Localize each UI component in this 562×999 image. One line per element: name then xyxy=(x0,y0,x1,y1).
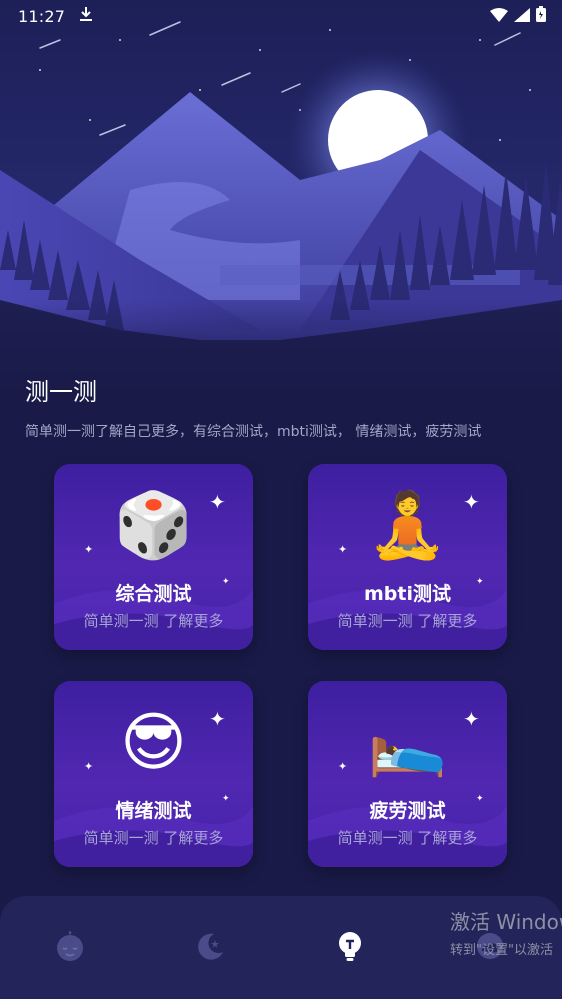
lightbulb-icon xyxy=(334,930,366,966)
card-subtitle: 简单测一测 了解更多 xyxy=(337,829,478,847)
hero-illustration xyxy=(0,0,562,400)
nav-item-moon[interactable] xyxy=(192,930,228,966)
sparkle-icon: ✦ xyxy=(84,760,94,773)
nav-item-sleep[interactable] xyxy=(52,930,88,966)
status-bar: 11:27 xyxy=(0,0,562,32)
card-title: 综合测试 xyxy=(115,583,192,605)
wifi-icon xyxy=(490,7,508,26)
sparkle-icon: ✦ xyxy=(463,490,480,514)
card-title: mbti测试 xyxy=(364,583,451,605)
card-title: 情绪测试 xyxy=(115,800,192,822)
sparkle-icon: ✦ xyxy=(338,760,348,773)
page-subtitle: 简单测一测了解自己更多，有综合测试，mbti测试， 情绪测试，疲劳测试 xyxy=(25,424,482,440)
sleeping-face-icon xyxy=(54,930,86,966)
signal-icon xyxy=(514,7,530,26)
watermark-title: 激活 Windows xyxy=(450,910,562,934)
card-subtitle: 简单测一测 了解更多 xyxy=(83,612,224,630)
nav-item-test[interactable] xyxy=(332,930,368,966)
sparkle-icon: ✦ xyxy=(209,490,226,514)
test-card-mbti[interactable]: 🧘 ✦ ✦ ✦ mbti测试 简单测一测 了解更多 xyxy=(308,464,507,650)
sparkle-icon: ✦ xyxy=(338,543,348,556)
test-card-emotion[interactable]: 😎 ✦ ✦ ✦ 情绪测试 简单测一测 了解更多 xyxy=(54,681,253,867)
download-icon xyxy=(79,6,93,26)
sparkle-icon: ✦ xyxy=(84,543,94,556)
watermark-subtitle: 转到"设置"以激活 xyxy=(450,943,553,958)
moon-star-icon xyxy=(194,930,226,966)
card-subtitle: 简单测一测 了解更多 xyxy=(83,829,224,847)
status-time: 11:27 xyxy=(18,6,66,26)
battery-icon xyxy=(536,6,546,26)
windows-activation-watermark: 激活 Windows 转到"设置"以激活 xyxy=(450,906,562,958)
test-card-fatigue[interactable]: 🛌 ✦ ✦ ✦ 疲劳测试 简单测一测 了解更多 xyxy=(308,681,507,867)
sparkle-icon: ✦ xyxy=(463,707,480,731)
page-title: 测一测 xyxy=(25,378,97,406)
header-block: 测一测 简单测一测了解自己更多，有综合测试，mbti测试， 情绪测试，疲劳测试 xyxy=(25,372,481,441)
test-card-comprehensive[interactable]: 🎲 ✦ ✦ ✦ 综合测试 简单测一测 了解更多 xyxy=(54,464,253,650)
card-subtitle: 简单测一测 了解更多 xyxy=(337,612,478,630)
sparkle-icon: ✦ xyxy=(209,707,226,731)
card-title: 疲劳测试 xyxy=(369,800,446,822)
